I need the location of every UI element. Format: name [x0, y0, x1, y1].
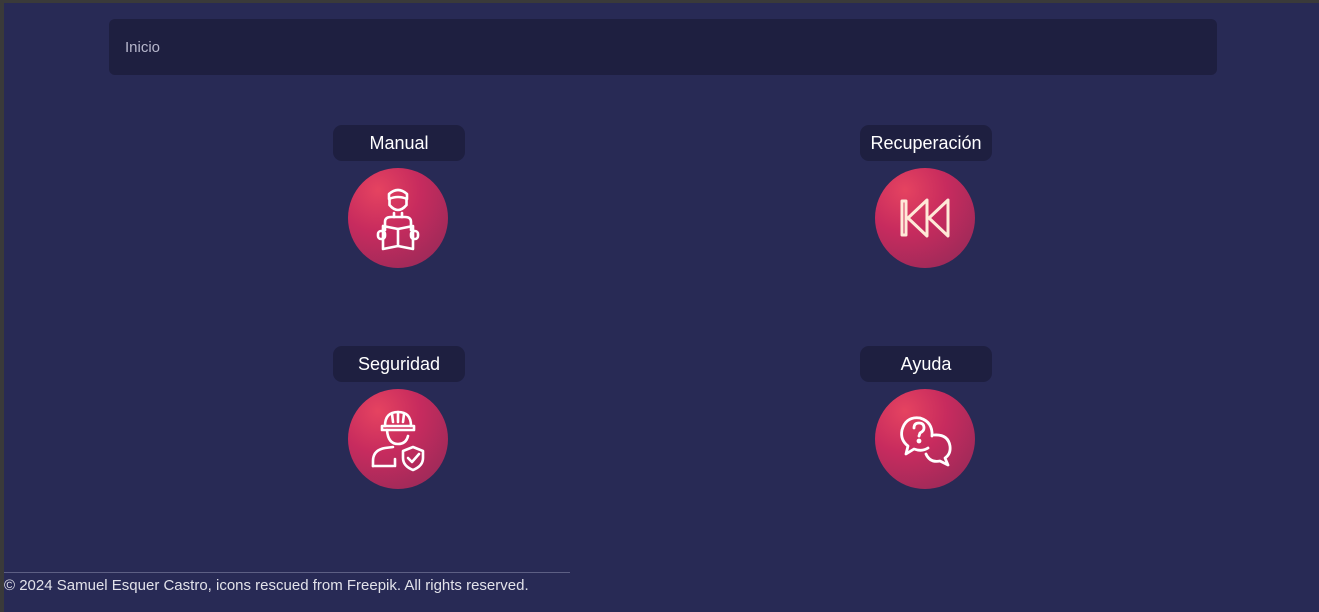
app-window: Inicio Manual Recuperación Seguridad Ayu… [4, 3, 1319, 612]
tile-seguridad[interactable]: Seguridad [299, 346, 499, 516]
person-reading-book-icon [348, 168, 448, 268]
tile-manual[interactable]: Manual [299, 125, 499, 295]
question-chat-icon [875, 389, 975, 489]
tile-recuperacion-label: Recuperación [860, 125, 992, 161]
tile-recuperacion[interactable]: Recuperación [826, 125, 1026, 295]
footer: © 2024 Samuel Esquer Castro, icons rescu… [4, 572, 570, 594]
tile-ayuda[interactable]: Ayuda [826, 346, 1026, 516]
tile-manual-label: Manual [333, 125, 465, 161]
breadcrumb-item-inicio[interactable]: Inicio [125, 39, 160, 56]
breadcrumb: Inicio [109, 19, 1217, 75]
tile-seguridad-label: Seguridad [333, 346, 465, 382]
worker-shield-icon [348, 389, 448, 489]
tile-ayuda-label: Ayuda [860, 346, 992, 382]
rewind-icon [875, 168, 975, 268]
